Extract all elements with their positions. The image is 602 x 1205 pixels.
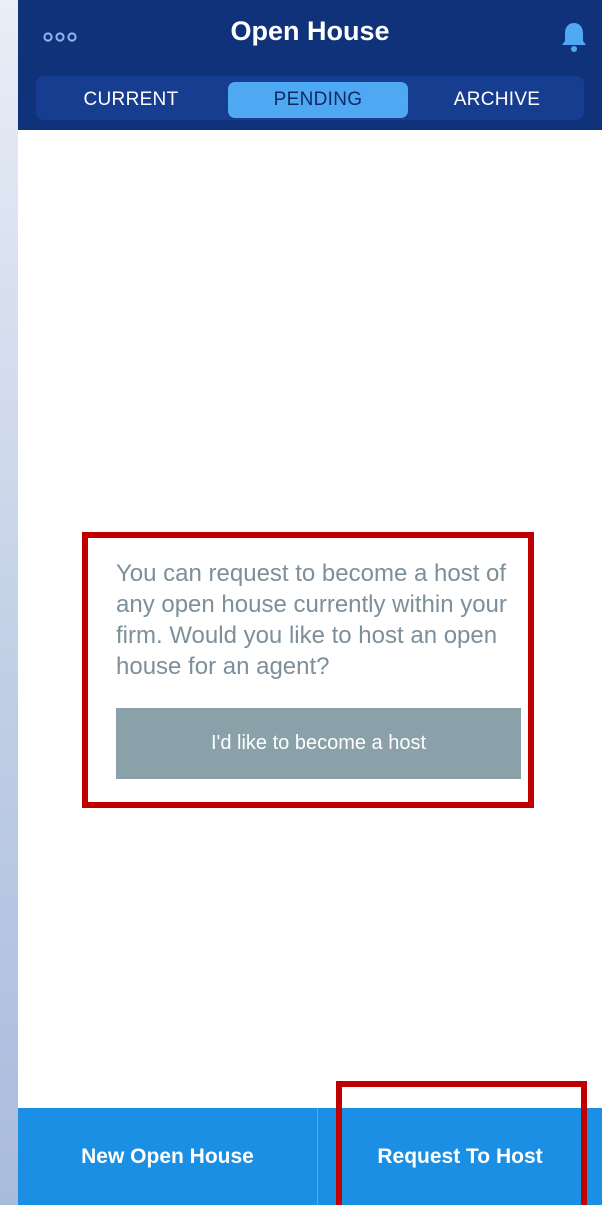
host-request-message: You can request to become a host of any … bbox=[116, 560, 507, 680]
tab-current[interactable]: CURRENT bbox=[36, 82, 226, 118]
page-title: Open House bbox=[230, 16, 390, 46]
app-screen: Open House CURRENT PENDING ARCHIVE You c… bbox=[18, 0, 602, 1205]
bottom-action-bar: New Open House Request To Host bbox=[18, 1108, 602, 1205]
request-to-host-button[interactable]: Request To Host bbox=[318, 1108, 602, 1205]
new-open-house-button[interactable]: New Open House bbox=[18, 1108, 317, 1205]
tab-pending[interactable]: PENDING bbox=[228, 82, 408, 118]
bell-icon[interactable] bbox=[558, 20, 590, 54]
app-header: Open House CURRENT PENDING ARCHIVE bbox=[18, 0, 602, 130]
pending-content: You can request to become a host of any … bbox=[18, 130, 602, 1108]
segmented-tabs: CURRENT PENDING ARCHIVE bbox=[36, 76, 584, 120]
become-host-button[interactable]: I'd like to become a host bbox=[116, 708, 521, 779]
tab-archive[interactable]: ARCHIVE bbox=[410, 82, 584, 118]
screenshot-page: Open House CURRENT PENDING ARCHIVE You c… bbox=[0, 0, 602, 1205]
